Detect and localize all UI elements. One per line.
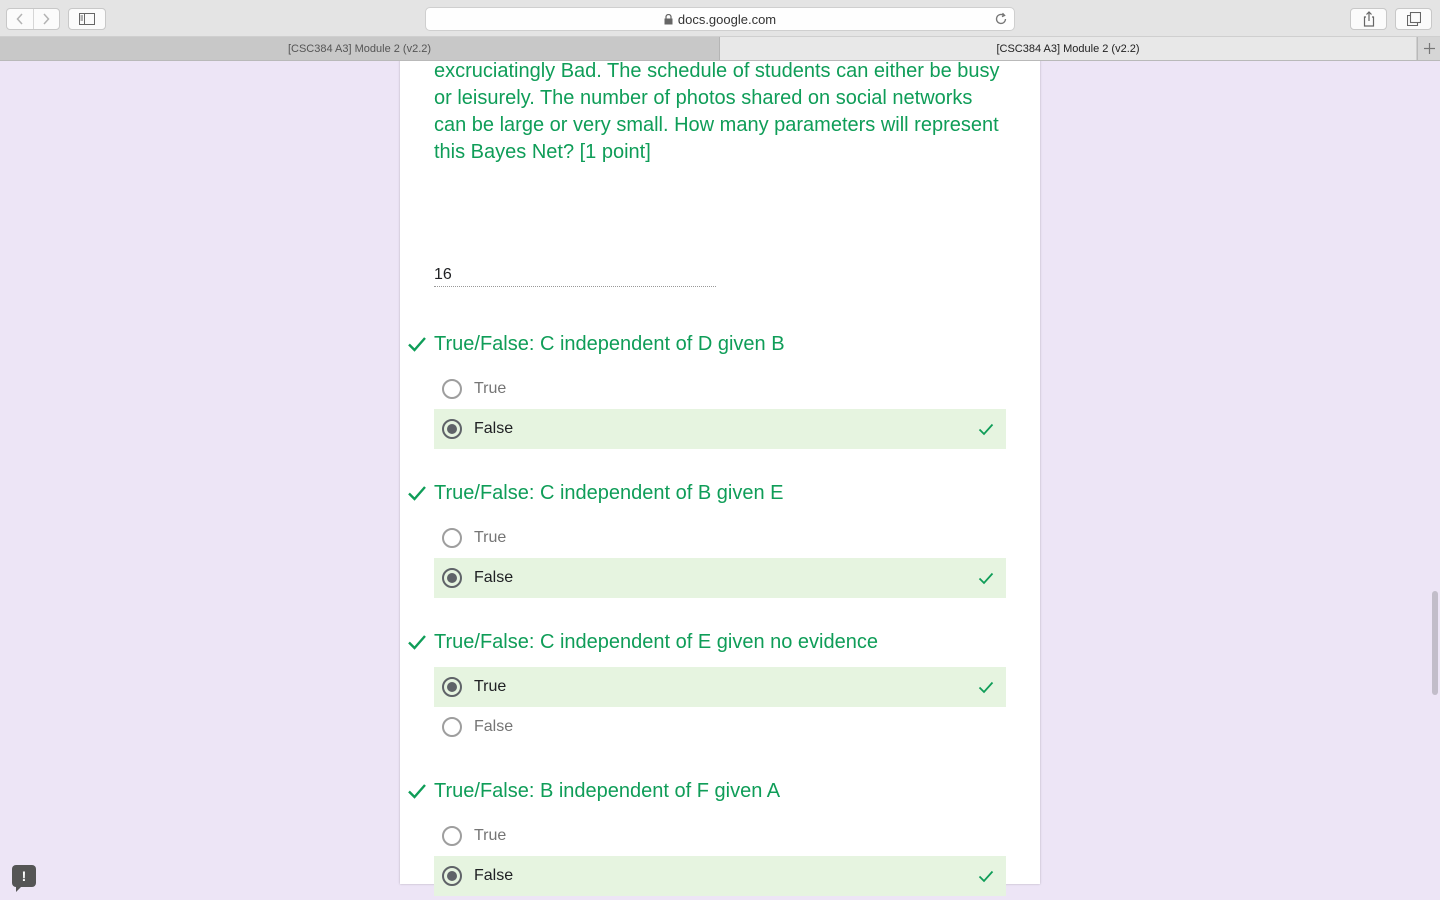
chevron-left-icon (16, 13, 23, 25)
option-label: True (474, 529, 507, 546)
option-label: False (474, 718, 514, 735)
radio-button-checked[interactable] (442, 568, 462, 588)
question-title: True/False: C independent of D given B (434, 333, 785, 355)
radio-option-correct[interactable]: False (434, 856, 1006, 896)
radio-button-checked[interactable] (442, 677, 462, 697)
radio-button[interactable] (442, 717, 462, 737)
radio-option-correct[interactable]: False (434, 409, 1006, 449)
radio-option[interactable]: True (434, 369, 1006, 409)
feedback-button[interactable]: ! (12, 865, 36, 892)
tab-title: [CSC384 A3] Module 2 (v2.2) (287, 42, 432, 55)
tab-active[interactable]: [CSC384 A3] Module 2 (v2.2) (720, 37, 1416, 60)
tab-inactive[interactable]: [CSC384 A3] Module 2 (v2.2) (0, 37, 720, 60)
radio-button-checked[interactable] (442, 419, 462, 439)
radio-option[interactable]: True (434, 816, 1006, 856)
option-label: True (474, 827, 507, 844)
option-label: True (474, 380, 507, 397)
radio-option-correct[interactable]: True (434, 667, 1006, 707)
back-button[interactable] (7, 9, 33, 29)
check-icon (408, 635, 426, 650)
radio-button-checked[interactable] (442, 866, 462, 886)
option-label: False (474, 420, 514, 437)
question-title: True/False: B independent of F given A (434, 780, 781, 802)
show-tabs-button[interactable] (1395, 8, 1432, 30)
url-text: docs.google.com (677, 11, 777, 27)
option-label: False (474, 867, 514, 884)
check-icon (978, 681, 994, 694)
tab-title: [CSC384 A3] Module 2 (v2.2) (996, 42, 1140, 55)
option-label: False (474, 569, 514, 586)
scrollbar-thumb[interactable] (1432, 591, 1438, 695)
exclamation-icon: ! (21, 868, 27, 884)
radio-option[interactable]: True (434, 518, 1006, 558)
forward-button[interactable] (32, 9, 60, 29)
new-tab-button[interactable] (1417, 37, 1440, 60)
question-title: True/False: C independent of E given no … (434, 631, 878, 653)
check-icon (978, 572, 994, 585)
answer-input[interactable] (434, 261, 716, 287)
tabs-overview-icon (1406, 12, 1421, 26)
radio-button[interactable] (442, 528, 462, 548)
chevron-right-icon (43, 13, 50, 25)
address-bar[interactable]: docs.google.com (425, 7, 1015, 31)
radio-option[interactable]: False (434, 707, 1006, 747)
check-icon (408, 784, 426, 799)
nav-buttons (6, 8, 60, 30)
radio-option-correct[interactable]: False (434, 558, 1006, 598)
page-viewport: excruciatingly Bad. The schedule of stud… (0, 61, 1440, 900)
form-card: excruciatingly Bad. The schedule of stud… (400, 61, 1040, 896)
previous-question-text: excruciatingly Bad. The schedule of stud… (434, 61, 1000, 163)
radio-button[interactable] (442, 826, 462, 846)
check-icon (408, 486, 426, 501)
reload-icon[interactable] (994, 12, 1008, 26)
lock-icon (664, 13, 673, 25)
question-title: True/False: C independent of B given E (434, 482, 784, 504)
check-icon (408, 337, 426, 352)
radio-button[interactable] (442, 379, 462, 399)
share-button[interactable] (1350, 8, 1387, 30)
tab-bar: [CSC384 A3] Module 2 (v2.2) [CSC384 A3] … (0, 37, 1440, 61)
plus-icon (1423, 43, 1435, 54)
sidebar-icon (79, 13, 95, 25)
check-icon (978, 870, 994, 883)
option-label: True (474, 678, 507, 695)
browser-toolbar: docs.google.com (0, 0, 1440, 37)
check-icon (978, 423, 994, 436)
sidebar-toggle-button[interactable] (68, 8, 106, 30)
share-icon (1363, 11, 1374, 27)
